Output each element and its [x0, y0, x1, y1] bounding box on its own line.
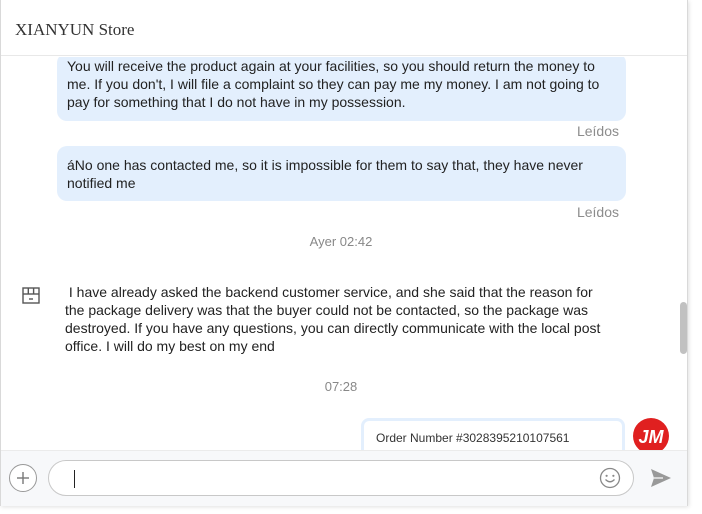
message-line: me. If you don't, I will file a complain… — [67, 76, 600, 92]
chat-window: XIANYUN Store You will receive the produ… — [0, 0, 688, 506]
send-icon — [651, 469, 671, 487]
add-attachment-button[interactable] — [9, 464, 37, 492]
read-status: Leídos — [576, 123, 619, 139]
message-line: destroyed. If you have any questions, yo… — [65, 320, 601, 336]
scrollbar-thumb[interactable] — [680, 302, 687, 354]
message-line: You will receive the product again at yo… — [67, 58, 595, 74]
user-avatar[interactable]: JM — [629, 416, 673, 450]
emoji-button[interactable] — [598, 466, 622, 490]
message-list[interactable]: You will receive the product again at yo… — [1, 57, 687, 450]
store-title: XIANYUN Store — [15, 20, 135, 39]
chat-header: XIANYUN Store — [1, 0, 687, 56]
text-cursor — [74, 470, 75, 488]
timestamp: 07:28 — [324, 379, 358, 394]
message-scrollbar[interactable] — [679, 57, 688, 450]
incoming-message: I have already asked the backend custome… — [65, 283, 625, 355]
message-line: áNo one has contacted me, so it is impos… — [67, 157, 583, 173]
plus-icon — [17, 472, 29, 484]
timestamp: Ayer 02:42 — [309, 234, 373, 249]
message-line: notified me — [67, 175, 136, 191]
message-line: the package delivery was that the buyer … — [65, 302, 588, 318]
order-card[interactable]: Order Number #3028395210107561 — [361, 418, 625, 450]
outgoing-message-bubble: áNo one has contacted me, so it is impos… — [57, 146, 626, 201]
message-line: I have already asked the backend custome… — [65, 284, 593, 300]
message-line: pay for something that I do not have in … — [67, 94, 406, 110]
smiley-icon — [599, 467, 621, 489]
message-line: office. I will do my best on my end — [65, 338, 275, 354]
svg-text:JM: JM — [638, 427, 664, 447]
store-avatar[interactable] — [14, 279, 48, 313]
shop-icon — [22, 287, 40, 304]
order-number: Order Number #3028395210107561 — [376, 431, 570, 445]
composer-bar — [1, 450, 687, 506]
outgoing-message-bubble: You will receive the product again at yo… — [57, 57, 626, 121]
user-avatar-icon: JM — [633, 418, 669, 450]
send-button[interactable] — [649, 467, 673, 489]
read-status: Leídos — [576, 204, 619, 220]
message-input[interactable] — [48, 460, 634, 496]
